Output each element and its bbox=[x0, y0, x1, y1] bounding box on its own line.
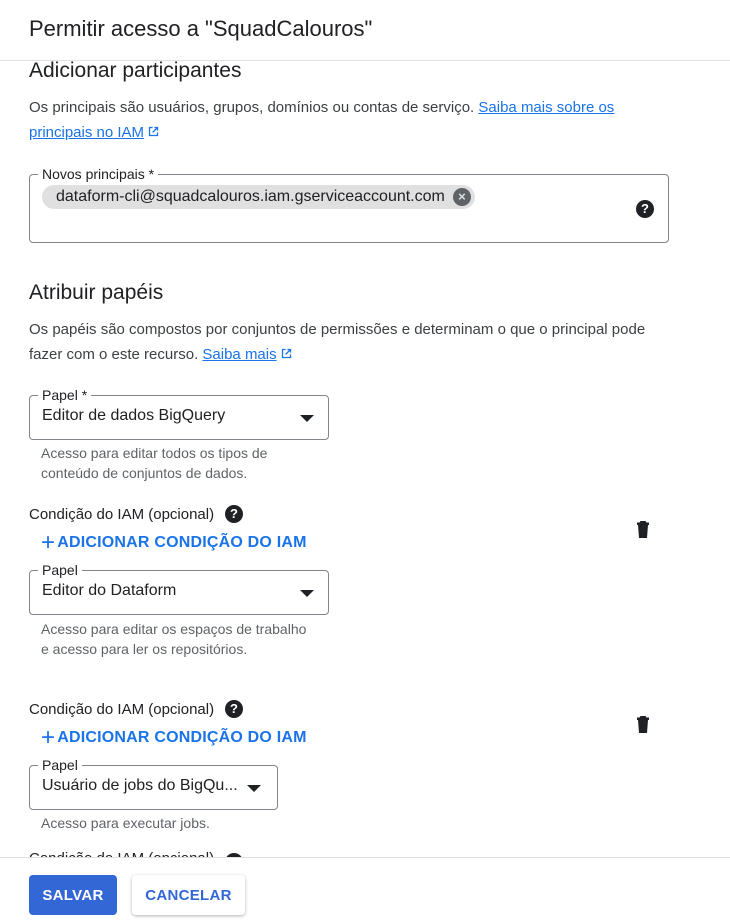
role-select-1[interactable]: Papel * Editor de dados BigQuery bbox=[29, 387, 329, 440]
dialog-header: Permitir acesso a "SquadCalouros" bbox=[0, 0, 730, 61]
add-iam-condition-button-2[interactable]: + ADICIONAR CONDIÇÃO DO IAM bbox=[41, 724, 307, 752]
assign-roles-description: Os papéis são compostos por conjuntos de… bbox=[29, 317, 669, 367]
delete-role-icon-2[interactable] bbox=[636, 715, 650, 733]
role-hint-3: Acesso para executar jobs. bbox=[41, 815, 210, 831]
add-members-description: Os principais são usuários, grupos, domí… bbox=[29, 95, 669, 145]
external-link-icon bbox=[281, 348, 291, 359]
chevron-down-icon bbox=[247, 785, 261, 792]
help-icon[interactable]: ? bbox=[636, 200, 654, 218]
dialog-footer: SALVAR CANCELAR bbox=[0, 857, 730, 923]
add-iam-condition-button-1[interactable]: + ADICIONAR CONDIÇÃO DO IAM bbox=[41, 529, 307, 557]
save-button[interactable]: SALVAR bbox=[29, 875, 117, 915]
help-icon[interactable]: ? bbox=[225, 505, 243, 523]
role-select-3[interactable]: Papel Usuário de jobs do BigQu... bbox=[29, 757, 278, 810]
cancel-button[interactable]: CANCELAR bbox=[132, 875, 245, 915]
role-label-1: Papel * bbox=[38, 387, 92, 403]
role-value-1: Editor de dados BigQuery bbox=[42, 407, 226, 424]
section-heading-assign-roles: Atribuir papéis bbox=[29, 281, 164, 304]
external-link-icon bbox=[148, 126, 159, 137]
help-icon[interactable]: ? bbox=[225, 700, 243, 718]
add-members-description-text: Os principais são usuários, grupos, domí… bbox=[29, 99, 475, 116]
chevron-down-icon bbox=[300, 590, 314, 597]
new-principals-field[interactable]: Novos principais * dataform-cli@squadcal… bbox=[29, 166, 669, 243]
chevron-down-icon bbox=[300, 415, 314, 422]
iam-condition-label-2: Condição do IAM (opcional) bbox=[29, 701, 215, 718]
iam-condition-label-3: Condição do IAM (opcional) bbox=[29, 850, 214, 857]
role-hint-1: Acesso para editar todos os tipos de con… bbox=[41, 445, 268, 481]
role-value-2: Editor do Dataform bbox=[42, 582, 177, 599]
role-label-3: Papel bbox=[38, 757, 82, 773]
role-label-2: Papel bbox=[38, 562, 82, 578]
principal-chip-text: dataform-cli@squadcalouros.iam.gservicea… bbox=[56, 188, 445, 205]
iam-condition-label-1: Condição do IAM (opcional) bbox=[29, 506, 215, 523]
plus-icon: + bbox=[41, 529, 56, 556]
assign-roles-description-text: Os papéis são compostos por conjuntos de… bbox=[29, 321, 646, 363]
new-principals-label: Novos principais * bbox=[38, 166, 159, 182]
dialog-title: Permitir acesso a "SquadCalouros" bbox=[29, 16, 373, 41]
principal-chip[interactable]: dataform-cli@squadcalouros.iam.gservicea… bbox=[42, 185, 475, 209]
section-heading-add-members: Adicionar participantes bbox=[29, 61, 242, 82]
role-select-2[interactable]: Papel Editor do Dataform bbox=[29, 562, 329, 615]
plus-icon: + bbox=[41, 724, 56, 751]
delete-role-icon-1[interactable] bbox=[636, 520, 650, 538]
role-hint-2: Acesso para editar os espaços de trabalh… bbox=[41, 621, 307, 657]
learn-more-roles-link[interactable]: Saiba mais bbox=[202, 346, 292, 363]
role-value-3: Usuário de jobs do BigQu... bbox=[42, 777, 238, 794]
dialog-content: Adicionar participantes Os principais sã… bbox=[0, 61, 730, 857]
close-icon[interactable]: × bbox=[452, 188, 471, 206]
